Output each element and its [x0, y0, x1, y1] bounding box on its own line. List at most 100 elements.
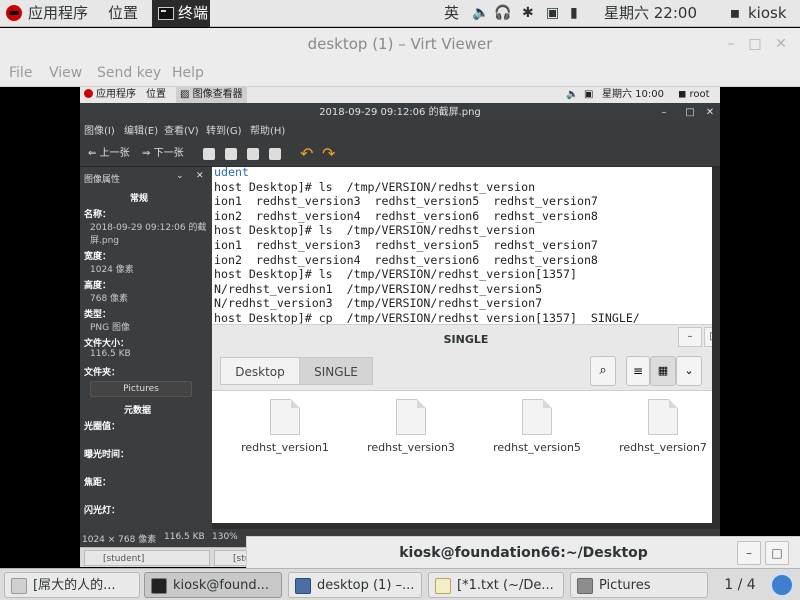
task-pictures[interactable]: Pictures [570, 572, 708, 598]
file-item[interactable]: redhst_version7 [608, 399, 712, 454]
terminal-line: N/redhst_version1 /tmp/VERSION/redhst_ve… [214, 281, 543, 296]
name-value-cont: 屏.png [90, 236, 119, 246]
guest-maximize-button[interactable]: □ [682, 103, 698, 123]
places-menu[interactable]: 位置 [108, 0, 138, 27]
menu-image[interactable]: 图像(I) [84, 123, 115, 141]
height-label: 高度： [84, 281, 112, 291]
file-manager-toolbar: Desktop SINGLE ⌕ ≡ ▦ ⌄ [212, 355, 720, 391]
guest-active-app[interactable]: ▨ 图像查看器 [176, 87, 247, 103]
active-app-menu[interactable]: 终端 [152, 0, 210, 27]
volume-icon[interactable]: 🔈 [472, 0, 489, 27]
arrow-right-icon: ⇒ [142, 148, 151, 159]
rotate-right-icon[interactable]: ↷ [322, 145, 335, 163]
folder-icon [577, 578, 593, 594]
image-viewer-titlebar[interactable]: 2018-09-29 09:12:06 的截屏.png – □ ✕ [80, 103, 720, 123]
clock[interactable]: 星期六 22:00 [604, 0, 697, 27]
zoom-out-icon[interactable] [225, 148, 237, 160]
file-manager-titlebar[interactable]: SINGLE – □ [212, 324, 720, 355]
workspace-pager[interactable]: 1 / 4 [712, 572, 768, 598]
task-terminal[interactable]: kiosk@found... [144, 572, 282, 598]
minimize-button[interactable]: – [720, 28, 742, 60]
type-label: 类型： [84, 310, 112, 320]
guest-network-icon[interactable]: ▣ [584, 87, 593, 103]
menu-edit[interactable]: 编辑(E) [124, 123, 158, 141]
width-label: 宽度： [84, 252, 112, 262]
menu-view[interactable]: View [49, 60, 82, 87]
guest-minimize-button[interactable]: – [656, 103, 672, 123]
terminal-content: udent host Desktop]# ls /tmp/VERSION/red… [212, 167, 720, 332]
terminal-icon [158, 7, 174, 20]
breadcrumb-single[interactable]: SINGLE [299, 357, 373, 385]
task-text-editor[interactable]: [*1.txt (~/De... [428, 572, 564, 598]
exposure-label: 曝光时间： [84, 450, 130, 460]
file-name: redhst_version3 [367, 441, 455, 454]
user-menu-icon[interactable]: ◼ [730, 0, 740, 27]
next-image-button[interactable]: ⇒ 下一张 [142, 141, 184, 167]
virt-viewer-titlebar[interactable]: desktop (1) – Virt Viewer – □ ✕ [0, 28, 800, 60]
network-icon[interactable]: ▣ [546, 0, 559, 27]
zoom-normal-icon[interactable] [247, 148, 259, 160]
battery-icon[interactable]: ▮ [570, 0, 578, 27]
guest-task-student-2[interactable]: [stude [214, 550, 250, 566]
monitor-icon [295, 578, 311, 594]
search-button[interactable]: ⌕ [590, 356, 616, 386]
menu-go[interactable]: 转到(G) [206, 123, 242, 141]
properties-close-icon[interactable]: ✕ [196, 171, 204, 181]
terminal-maximize-button[interactable]: □ [765, 541, 789, 565]
guest-applications-menu[interactable]: 应用程序 [84, 87, 136, 103]
guest-places-menu[interactable]: 位置 [146, 87, 166, 103]
file-item[interactable]: redhst_version1 [230, 399, 340, 454]
file-icon [522, 399, 552, 435]
grid-view-button[interactable]: ▦ [650, 356, 676, 386]
zoom-fit-icon[interactable] [269, 148, 281, 160]
task-document[interactable]: [屌大的人的... [4, 572, 140, 598]
guest-user-menu[interactable]: ◼ root [678, 87, 710, 103]
image-viewer-toolbar: ⇐ 上一张 ⇒ 下一张 ↶ ↷ [80, 141, 720, 167]
terminal-minimize-button[interactable]: – [737, 541, 761, 565]
guest-volume-icon[interactable]: 🔈 [566, 87, 578, 103]
file-item[interactable]: redhst_version3 [356, 399, 466, 454]
task-virt-viewer[interactable]: desktop (1) –... [288, 572, 422, 598]
guest-clock[interactable]: 星期六 10:00 [602, 87, 664, 103]
properties-dropdown-icon[interactable]: ⌄ [176, 171, 184, 181]
text-editor-icon [435, 578, 451, 594]
guest-close-button[interactable]: ✕ [702, 103, 718, 123]
bluetooth-icon[interactable]: ✱ [522, 0, 534, 27]
chevron-down-icon: ⌄ [684, 364, 694, 377]
flash-label: 闪光灯： [84, 506, 121, 516]
screen: 应用程序 位置 终端 英 🔈 🎧 ✱ ▣ ▮ 星期六 22:00 ◼ kiosk… [0, 0, 800, 600]
user-menu[interactable]: kiosk [748, 0, 787, 27]
guest-task-student[interactable]: [student] [84, 550, 210, 566]
menu-help[interactable]: Help [172, 60, 204, 87]
file-item[interactable]: redhst_version5 [482, 399, 592, 454]
size-label: 文件大小： [84, 339, 130, 349]
window-title: desktop (1) – Virt Viewer [307, 35, 493, 53]
terminal-line: ion1 redhst_version3 redhst_version5 red… [214, 194, 598, 209]
maximize-button[interactable]: □ [744, 28, 766, 60]
folder-button[interactable]: Pictures [90, 381, 192, 397]
fm-minimize-button[interactable]: – [678, 327, 702, 347]
menu-view[interactable]: 查看(V) [164, 123, 199, 141]
list-view-button[interactable]: ≡ [626, 356, 650, 386]
notification-icon[interactable] [770, 573, 794, 597]
menu-file[interactable]: File [9, 60, 32, 87]
applications-menu[interactable]: 应用程序 [6, 0, 88, 27]
terminal-window-titlebar[interactable]: kiosk@foundation66:~/Desktop – □ [246, 536, 800, 568]
guest-applications-label: 应用程序 [96, 89, 136, 100]
rotate-left-icon[interactable]: ↶ [300, 145, 313, 163]
applications-label: 应用程序 [28, 4, 89, 22]
view-options-button[interactable]: ⌄ [676, 356, 702, 386]
prev-image-button[interactable]: ⇐ 上一张 [88, 141, 130, 167]
terminal-line: N/redhst_version3 /tmp/VERSION/redhst_ve… [214, 296, 543, 311]
close-button[interactable]: ✕ [770, 28, 792, 60]
guest-display[interactable]: 应用程序 位置 ▨ 图像查看器 🔈 ▣ 星期六 10:00 ◼ root 201… [80, 87, 720, 567]
zoom-in-icon[interactable] [203, 148, 215, 160]
menu-send-key[interactable]: Send key [97, 60, 161, 87]
headphone-icon[interactable]: 🎧 [494, 0, 511, 27]
breadcrumb-desktop[interactable]: Desktop [220, 357, 300, 385]
menu-help[interactable]: 帮助(H) [250, 123, 285, 141]
terminal-line: ion1 redhst_version3 redhst_version5 red… [214, 238, 598, 252]
name-label: 名称： [84, 210, 112, 220]
input-method-indicator[interactable]: 英 [444, 0, 459, 27]
name-value: 2018-09-29 09:12:06 的截 [90, 223, 207, 233]
